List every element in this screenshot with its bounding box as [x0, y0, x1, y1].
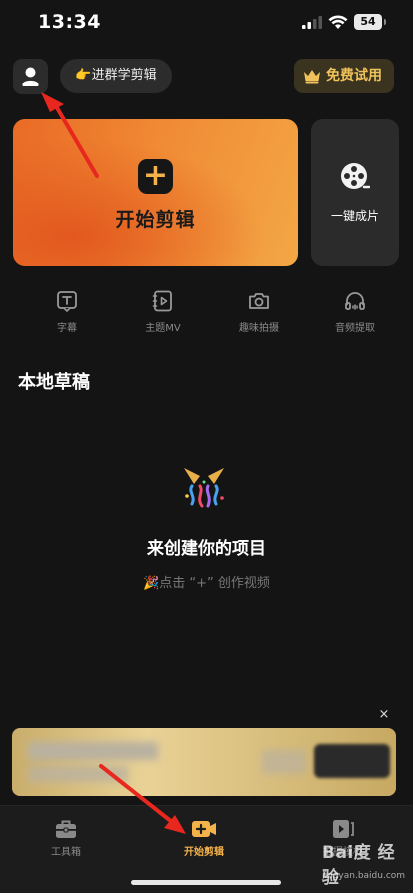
video-add-icon — [192, 821, 216, 837]
tool-subtitle[interactable]: 字幕 — [32, 289, 102, 335]
free-trial-button[interactable]: 免费试用 — [294, 59, 394, 93]
empty-drafts-hint: 🎉点击 “+” 创作视频 — [143, 576, 270, 591]
start-editing-label: 开始剪辑 — [115, 209, 196, 231]
banner-cta-button[interactable] — [314, 744, 390, 778]
battery-indicator: 54 — [354, 14, 382, 30]
watermark-url: jingyan.baidu.com — [322, 871, 406, 881]
nav-toolbox[interactable]: 工具箱 — [26, 818, 106, 858]
baidu-jingyan-watermark: Bai度 经验 jingyan.baidu.com — [318, 838, 408, 888]
plus-icon: + — [138, 159, 173, 194]
camera-icon — [249, 293, 269, 309]
tool-subtitle-label: 字幕 — [57, 323, 77, 334]
tool-fun-shooting-label: 趣味拍摄 — [239, 323, 279, 334]
status-time: 13:34 — [38, 11, 101, 33]
template-icon — [333, 820, 354, 838]
home-indicator — [131, 880, 281, 885]
banner-blurred-subtext — [28, 766, 128, 782]
tool-theme-mv[interactable]: 主题MV — [128, 289, 198, 335]
app-screen: 13:34 54 👉进群学剪辑 免费试用 + 开始剪辑 一键成片 字幕 主题MV… — [0, 0, 413, 893]
theme-mv-icon — [152, 290, 172, 312]
join-group-button[interactable]: 👉进群学剪辑 — [60, 59, 172, 93]
tool-theme-mv-label: 主题MV — [145, 323, 181, 334]
nav-toolbox-label: 工具箱 — [51, 847, 81, 858]
banner-close-button[interactable]: × — [377, 708, 391, 722]
film-reel-icon — [341, 163, 370, 189]
profile-button[interactable] — [13, 59, 48, 94]
toolbox-icon — [56, 820, 76, 838]
tool-audio-extract[interactable]: 音频提取 — [320, 289, 390, 335]
cellular-signal-icon — [302, 16, 322, 29]
one-click-video-label: 一键成片 — [330, 209, 379, 223]
wifi-icon — [328, 15, 348, 29]
tool-fun-shooting[interactable]: 趣味拍摄 — [224, 289, 294, 335]
user-icon — [22, 67, 39, 86]
headphones-icon — [345, 292, 365, 310]
promo-banner[interactable] — [12, 728, 396, 796]
crown-icon — [304, 70, 320, 84]
empty-drafts-title: 来创建你的项目 — [147, 539, 266, 559]
nav-start-editing[interactable]: 开始剪辑 — [164, 818, 244, 858]
subtitle-icon — [57, 291, 77, 313]
banner-blurred-mark — [262, 750, 306, 774]
free-trial-label: 免费试用 — [326, 68, 382, 84]
start-editing-card[interactable]: + 开始剪辑 — [13, 119, 298, 266]
one-click-video-card[interactable]: 一键成片 — [311, 119, 399, 266]
battery-tip — [384, 19, 386, 25]
party-popper-icon — [184, 468, 224, 508]
tool-audio-extract-label: 音频提取 — [335, 323, 375, 334]
status-bar: 13:34 54 — [0, 0, 413, 46]
banner-blurred-text — [28, 742, 158, 760]
local-drafts-title: 本地草稿 — [18, 372, 90, 393]
nav-start-editing-label: 开始剪辑 — [184, 847, 224, 858]
